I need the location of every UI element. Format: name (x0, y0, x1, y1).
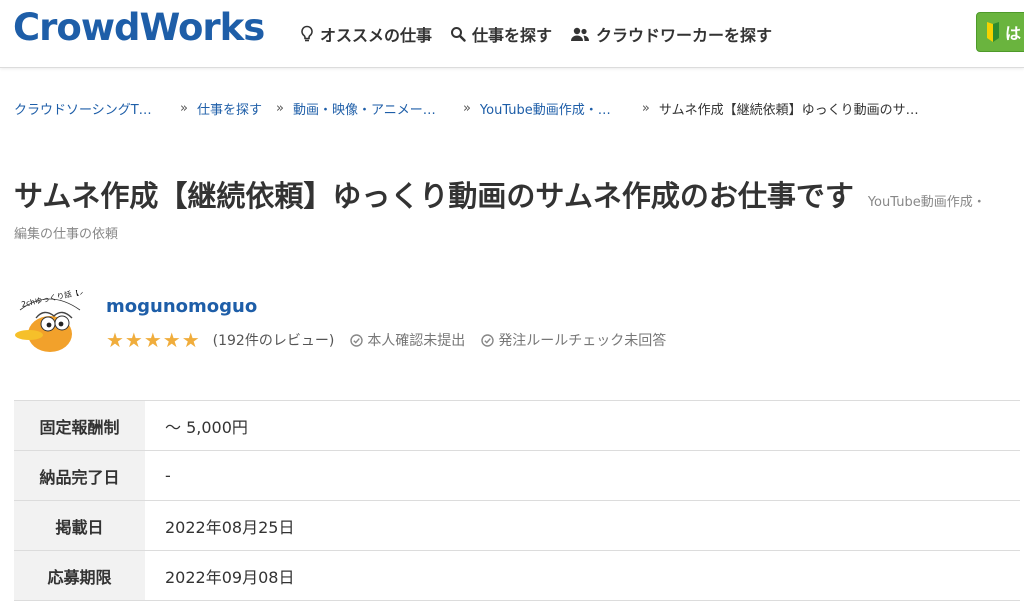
signup-button[interactable]: は (976, 12, 1024, 52)
breadcrumb-separator: » (462, 101, 471, 116)
job-title-block: サムネ作成【継続依頼】ゆっくり動画のサムネ作成のお仕事です YouTube動画作成… (14, 178, 1019, 242)
identity-status-label: 本人確認未提出 (367, 333, 466, 349)
breadcrumb-separator: » (180, 101, 188, 116)
breadcrumb-separator: » (641, 101, 650, 116)
lightbulb-icon (301, 25, 313, 42)
table-row: 納品完了日 - (14, 450, 1020, 501)
client-name[interactable]: mogunomoguo (106, 296, 257, 317)
users-icon (571, 27, 590, 41)
identity-status: 本人確認未提出 (350, 330, 465, 350)
signup-label: は (1005, 24, 1022, 43)
nav-label: オススメの仕事 (320, 26, 433, 45)
table-row: 掲載日 2022年08月25日 (14, 500, 1020, 551)
page-title: サムネ作成【継続依頼】ゆっくり動画のサムネ作成のお仕事です (14, 179, 854, 213)
breadcrumb-link[interactable]: クラウドソーシングT… (14, 99, 166, 118)
rule-check-label: 発注ルールチェック未回答 (498, 333, 667, 349)
detail-label: 納品完了日 (14, 450, 145, 501)
nav-item-find-jobs[interactable]: 仕事を探す (450, 22, 552, 46)
rating-stars: ★★★★★ (106, 328, 201, 352)
duck-avatar-icon: 2chゆっくり話【スカッと】 (14, 290, 84, 356)
search-icon (451, 27, 466, 42)
review-count[interactable]: (192件のレビュー) (213, 330, 335, 350)
breadcrumb-link[interactable]: YouTube動画作成・… (480, 99, 628, 118)
check-circle-icon (350, 333, 364, 347)
detail-label: 固定報酬制 (14, 400, 145, 451)
nav-label: 仕事を探す (472, 26, 553, 45)
crowdworks-logo[interactable]: CrowdWorks (13, 6, 265, 49)
detail-label: 掲載日 (14, 500, 145, 551)
table-row: 応募期限 2022年09月08日 (14, 550, 1020, 601)
detail-value: 2022年09月08日 (145, 550, 1020, 601)
avatar[interactable]: 2chゆっくり話【スカッと】 (14, 290, 84, 356)
category-tag[interactable]: YouTube動画作成・ (868, 195, 986, 210)
breadcrumb-link[interactable]: 動画・映像・アニメー… (293, 99, 449, 118)
breadcrumb: クラウドソーシングT… » 仕事を探す » 動画・映像・アニメー… » YouT… (14, 99, 1014, 118)
nav-item-find-workers[interactable]: クラウドワーカーを探す (570, 22, 772, 46)
client-info: 2chゆっくり話【スカッと】 mogunomoguo ★★★★★ (192件のレ… (14, 290, 1014, 360)
detail-value: 〜 5,000円 (145, 400, 1020, 451)
main-nav: オススメの仕事 仕事を探す クラウドワーカーを探す (300, 22, 790, 46)
nav-item-recommended[interactable]: オススメの仕事 (300, 22, 432, 46)
category-tag-continued[interactable]: 編集の仕事の依頼 (14, 226, 118, 244)
detail-value: 2022年08月25日 (145, 500, 1020, 551)
site-header: CrowdWorks オススメの仕事 仕事を探す クラウドワーカーを探す は (0, 0, 1024, 68)
table-row: 固定報酬制 〜 5,000円 (14, 400, 1020, 451)
detail-label: 応募期限 (14, 550, 145, 601)
breadcrumb-link[interactable]: 仕事を探す (197, 99, 262, 118)
rule-check-status: 発注ルールチェック未回答 (481, 330, 666, 350)
client-meta: ★★★★★ (192件のレビュー) 本人確認未提出 発注ルールチェック未回答 (106, 328, 682, 352)
breadcrumb-current: サムネ作成【継続依頼】ゆっくり動画のサ… (658, 103, 919, 118)
check-circle-icon (481, 333, 495, 347)
beginner-leaf-icon (987, 22, 999, 42)
detail-value: - (145, 450, 1020, 501)
nav-label: クラウドワーカーを探す (596, 26, 773, 45)
breadcrumb-separator: » (275, 101, 284, 116)
job-details-table: 固定報酬制 〜 5,000円 納品完了日 - 掲載日 2022年08月25日 応… (14, 400, 1020, 601)
